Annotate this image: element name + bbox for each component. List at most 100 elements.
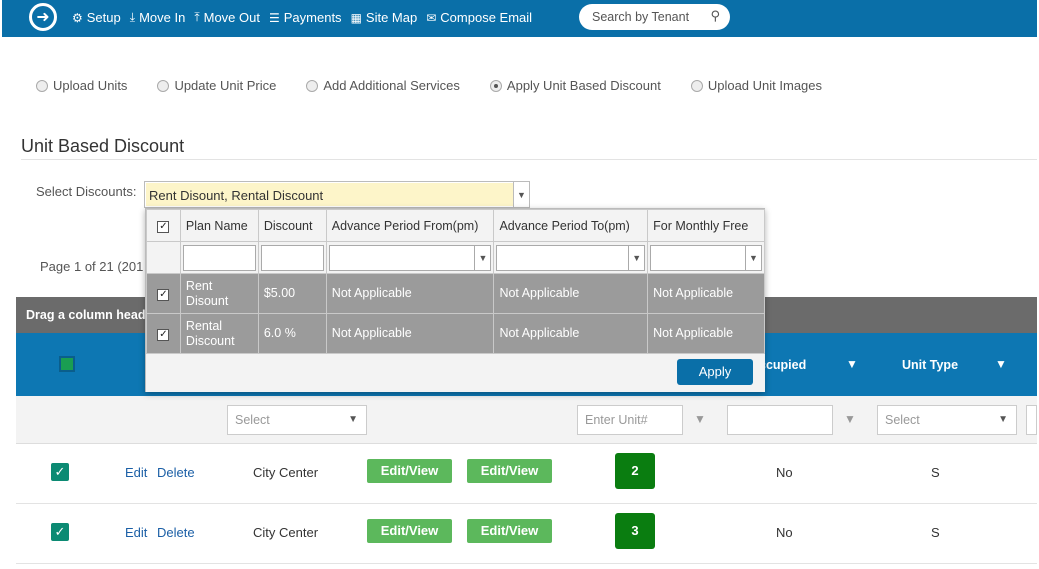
radio-button[interactable] — [157, 79, 170, 92]
apply-button[interactable]: Apply — [677, 359, 753, 385]
column-monthly-free: For Monthly Free — [647, 209, 765, 242]
filter-icon[interactable]: ▼ — [846, 357, 858, 371]
table-row: ✓ Edit Delete City Center Edit/View Edit… — [16, 504, 1037, 564]
checkbox[interactable]: ✓ — [157, 289, 170, 301]
plan-name-filter[interactable] — [182, 244, 256, 271]
occupied-cell: No — [776, 525, 793, 540]
edit-view-button[interactable]: Edit/View — [467, 459, 552, 483]
nav-payments[interactable]: ☰ Payments — [269, 10, 342, 25]
discount-select[interactable]: Rent Disount, Rental Discount ▼ — [144, 181, 530, 208]
option-upload-units[interactable]: Upload Units — [36, 78, 127, 93]
delete-link[interactable]: Delete — [157, 525, 195, 540]
checkbox[interactable]: ✓ — [157, 329, 170, 341]
nav-compose-email[interactable]: ✉ Compose Email — [426, 10, 532, 25]
row-checkbox[interactable]: ✓ — [51, 463, 69, 481]
table-row: ✓ Edit Delete City Center Edit/View Edit… — [16, 444, 1037, 504]
column-advance-from: Advance Period From(pm) — [325, 209, 495, 242]
checkbox-cell: ✓ — [146, 313, 181, 354]
nav-label: Move In — [139, 10, 186, 25]
chevron-down-icon[interactable]: ▼ — [628, 245, 644, 270]
header-unit-type[interactable]: Unit Type — [902, 358, 958, 372]
header-occupied[interactable]: ccupied — [759, 358, 806, 372]
grid-icon: ▦ — [350, 10, 362, 25]
move-out-icon: ⤒ — [194, 10, 200, 24]
select-all-discounts[interactable]: ✓ — [146, 209, 181, 242]
discount-table: ✓ Plan Name Discount Advance Period From… — [146, 209, 765, 354]
filter-cell — [179, 241, 259, 274]
discount-row[interactable]: ✓ Rent Disount $5.00 Not Applicable Not … — [146, 273, 765, 314]
advance-to-cell: Not Applicable — [493, 273, 649, 314]
popup-footer — [146, 354, 765, 392]
radio-button[interactable] — [306, 79, 319, 92]
unit-type-cell: S — [931, 465, 940, 480]
search-icon[interactable]: ⚲ — [710, 8, 720, 24]
radio-button[interactable] — [690, 79, 703, 92]
option-label: Apply Unit Based Discount — [506, 78, 661, 93]
unit-type-filter-select[interactable]: Select ▼ — [877, 405, 1017, 435]
location-filter-select[interactable]: Select ▼ — [227, 405, 367, 435]
select-discounts-label: Select Discounts: — [36, 184, 137, 199]
next-filter-input[interactable] — [1026, 405, 1037, 435]
option-add-additional-services[interactable]: Add Additional Services — [306, 78, 460, 93]
nav-label: Payments — [283, 10, 342, 25]
nav-site-map[interactable]: ▦ Site Map — [351, 10, 418, 25]
move-in-icon: ⤓ — [129, 10, 136, 24]
chevron-down-icon[interactable]: ▼ — [474, 245, 490, 270]
edit-view-button[interactable]: Edit/View — [367, 459, 452, 483]
radio-button[interactable] — [36, 79, 48, 92]
checkbox[interactable]: ✓ — [157, 221, 170, 233]
section-title: Unit Based Discount — [21, 136, 185, 156]
location-cell: City Center — [253, 465, 319, 480]
option-apply-unit-based-discount[interactable]: Apply Unit Based Discount — [489, 78, 661, 93]
edit-view-button[interactable]: Edit/View — [467, 519, 552, 543]
occupied-filter-input[interactable] — [727, 405, 833, 435]
discount-cell: 6.0 % — [257, 313, 327, 354]
filter-icon[interactable]: ▼ — [844, 412, 856, 426]
tenant-search-input[interactable]: Search by Tenant ⚲ — [579, 4, 730, 30]
delete-link[interactable]: Delete — [157, 465, 195, 480]
unit-filter-input[interactable]: Enter Unit# — [577, 405, 683, 435]
edit-link[interactable]: Edit — [125, 525, 147, 540]
option-label: Upload Units — [53, 78, 128, 93]
radio-button-selected[interactable] — [489, 79, 502, 92]
filter-placeholder: Enter Unit# — [585, 413, 648, 427]
nav-menu: ⚙ Setup ⤓ Move In ⤒ Move Out ☰ Payments ▦ Sit… — [72, 10, 541, 25]
advance-from-cell: Not Applicable — [325, 273, 495, 314]
filter-icon[interactable]: ▼ — [694, 412, 706, 426]
filter-icon[interactable]: ▼ — [995, 357, 1007, 371]
nav-move-in[interactable]: ⤓ Move In — [130, 10, 186, 25]
filter-cell: ▼ — [647, 241, 765, 274]
option-label: Update Unit Price — [174, 78, 277, 93]
home-arrow-icon[interactable]: ➜ — [29, 3, 57, 31]
discount-row[interactable]: ✓ Rental Discount 6.0 % Not Applicable N… — [146, 313, 765, 354]
filter-placeholder: Select — [235, 413, 270, 427]
nav-move-out[interactable]: ⤒ Move Out — [194, 10, 260, 25]
unit-number-badge[interactable]: 3 — [615, 513, 655, 549]
advance-to-filter[interactable]: ▼ — [496, 244, 646, 271]
edit-view-button[interactable]: Edit/View — [367, 519, 452, 543]
advance-from-filter[interactable]: ▼ — [328, 244, 492, 271]
edit-link[interactable]: Edit — [125, 465, 147, 480]
filter-cell — [257, 241, 327, 274]
discount-dropdown-popup: ✓ Plan Name Discount Advance Period From… — [145, 208, 765, 392]
caret-down-icon: ▼ — [998, 414, 1008, 425]
option-upload-unit-images[interactable]: Upload Unit Images — [690, 78, 822, 93]
monthly-free-filter[interactable]: ▼ — [650, 244, 762, 271]
top-navbar: ➜ ⚙ Setup ⤓ Move In ⤒ Move Out ☰ Payments ▦ S… — [2, 0, 1037, 37]
option-update-unit-price[interactable]: Update Unit Price — [157, 78, 276, 93]
monthly-free-cell: Not Applicable — [647, 273, 765, 314]
occupied-cell: No — [776, 465, 793, 480]
nav-setup[interactable]: ⚙ Setup — [72, 10, 121, 25]
filter-cell-empty — [146, 241, 181, 274]
advance-to-cell: Not Applicable — [493, 313, 649, 354]
search-placeholder: Search by Tenant — [592, 10, 690, 24]
caret-down-icon: ▼ — [348, 414, 358, 425]
unit-type-cell: S — [931, 525, 940, 540]
chevron-down-icon[interactable]: ▼ — [745, 245, 761, 270]
unit-number-badge[interactable]: 2 — [615, 453, 655, 489]
row-checkbox[interactable]: ✓ — [51, 523, 69, 541]
chevron-down-icon[interactable]: ▼ — [513, 182, 529, 207]
discount-filter[interactable] — [260, 244, 324, 271]
filter-cell: ▼ — [325, 241, 495, 274]
select-all-checkbox[interactable] — [59, 356, 75, 372]
